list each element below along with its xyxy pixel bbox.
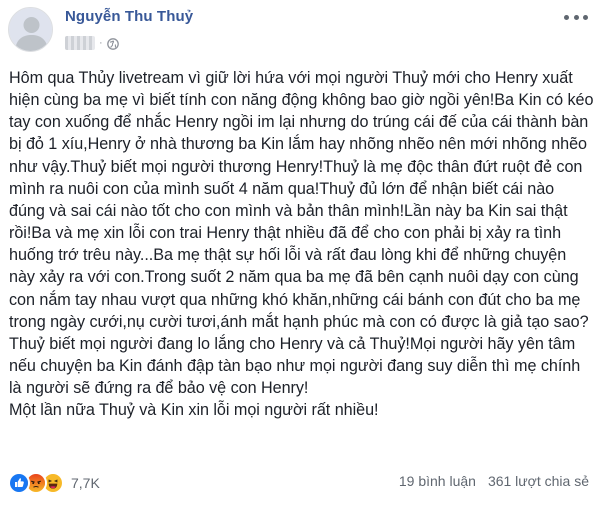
meta-separator: · bbox=[99, 37, 103, 49]
menu-dot bbox=[564, 14, 569, 20]
shares-count-link[interactable]: 361 lượt chia sẻ bbox=[488, 473, 589, 489]
post-stats: 19 bình luận 361 lượt chia sẻ bbox=[399, 473, 589, 489]
globe-icon[interactable] bbox=[106, 37, 119, 50]
comments-count-link[interactable]: 19 bình luận bbox=[399, 473, 476, 489]
more-options-icon[interactable] bbox=[564, 10, 588, 24]
post-body: Hôm qua Thủy livetream vì giữ lời hứa vớ… bbox=[9, 67, 594, 422]
menu-dot bbox=[573, 14, 579, 20]
post-paragraph: Hôm qua Thủy livetream vì giữ lời hứa vớ… bbox=[9, 69, 594, 398]
post-paragraph: Một lần nữa Thuỷ và Kin xin lỗi mọi ngườ… bbox=[9, 401, 379, 420]
facebook-post: Nguyễn Thu Thuỷ · Hôm qua Thủy livetream… bbox=[0, 0, 600, 505]
like-icon bbox=[8, 472, 30, 494]
timestamp-redacted[interactable] bbox=[65, 36, 95, 50]
post-meta: · bbox=[65, 34, 119, 52]
menu-dot bbox=[583, 14, 588, 20]
reaction-summary[interactable]: 7,7K bbox=[8, 472, 100, 494]
avatar[interactable] bbox=[8, 7, 53, 52]
author-name[interactable]: Nguyễn Thu Thuỷ bbox=[65, 8, 193, 25]
reaction-count: 7,7K bbox=[71, 475, 100, 491]
